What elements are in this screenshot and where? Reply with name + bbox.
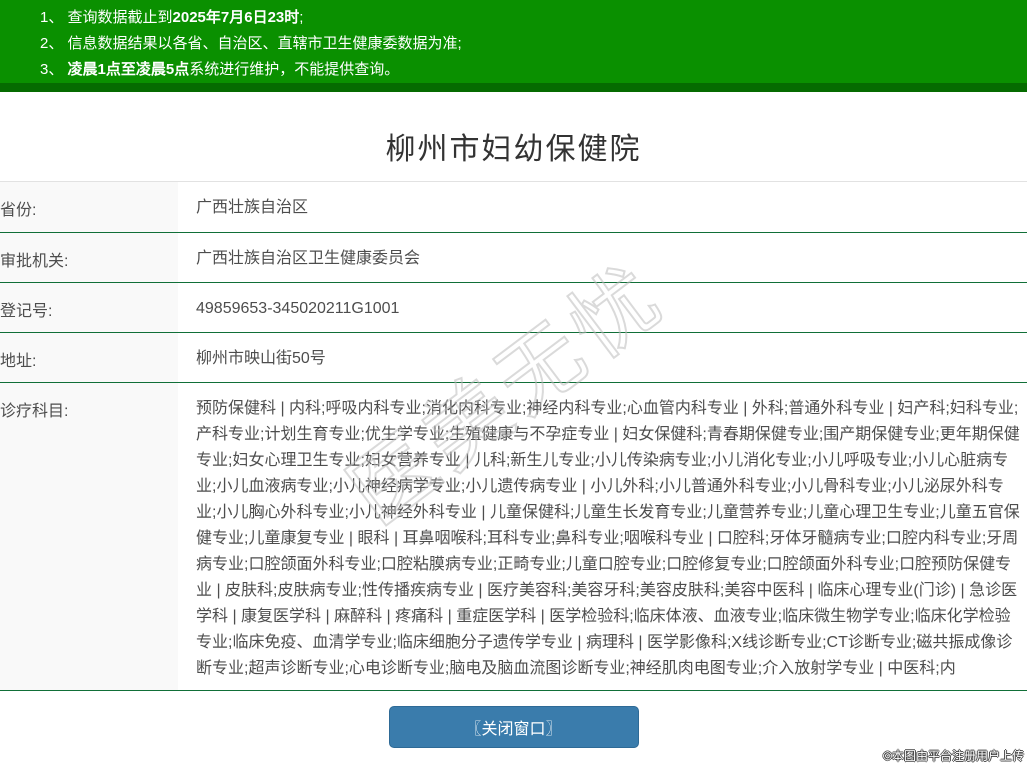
table-row-address: 地址: 柳州市映山街50号 [0, 332, 1027, 382]
province-label: 省份: [0, 182, 178, 232]
notice-line-1: 1、 查询数据截止到2025年7月6日23时; [40, 5, 1017, 31]
table-row-province: 省份: 广西壮族自治区 [0, 182, 1027, 232]
medical-departments-value: 预防保健科 | 内科;呼吸内科专业;消化内科专业;神经内科专业;心血管内科专业 … [196, 400, 1020, 677]
notice-line-1-bold: 2025年7月6日23时 [172, 9, 300, 26]
notice-line-3: 3、 凌晨1点至凌晨5点系统进行维护，不能提供查询。 [40, 57, 1017, 83]
button-bar: 〖关闭窗口〗 [0, 706, 1027, 748]
notice-line-2: 2、 信息数据结果以各省、自治区、直辖市卫生健康委数据为准; [40, 31, 1017, 57]
address-label: 地址: [0, 333, 178, 382]
medical-departments-label: 诊疗科目: [0, 383, 178, 690]
registration-number-label: 登记号: [0, 283, 178, 332]
notice-line-2-text: 2、 信息数据结果以各省、自治区、直辖市卫生健康委数据为准; [40, 35, 462, 52]
notice-banner: 1、 查询数据截止到2025年7月6日23时; 2、 信息数据结果以各省、自治区… [0, 0, 1027, 92]
table-row-registration-number: 登记号: 49859653-345020211G1001 [0, 282, 1027, 332]
notice-line-3-bold: 凌晨1点至凌晨5点 [67, 61, 190, 78]
notice-line-3-text: 3、 [40, 61, 68, 78]
registration-number-value: 49859653-345020211G1001 [196, 300, 400, 317]
approval-authority-value: 广西壮族自治区卫生健康委员会 [196, 250, 421, 267]
table-row-medical-departments: 诊疗科目: 预防保健科 | 内科;呼吸内科专业;消化内科专业;神经内科专业;心血… [0, 382, 1027, 690]
close-window-button[interactable]: 〖关闭窗口〗 [388, 706, 639, 748]
page-title: 柳州市妇幼保健院 [385, 133, 642, 166]
table-row-approval-authority: 审批机关: 广西壮族自治区卫生健康委员会 [0, 232, 1027, 282]
notice-line-1-text: 1、 查询数据截止到 [40, 9, 173, 26]
address-value: 柳州市映山街50号 [196, 350, 326, 367]
photo-credit-watermark: ©本图由平台注册用户上传 [883, 749, 1024, 763]
hospital-info-table: 省份: 广西壮族自治区 审批机关: 广西壮族自治区卫生健康委员会 登记号: 49… [0, 181, 1027, 691]
notice-line-3-suffix: 系统进行维护，不能提供查询。 [189, 61, 400, 78]
province-value: 广西壮族自治区 [196, 199, 309, 216]
notice-line-1-suffix: ; [299, 9, 304, 26]
approval-authority-label: 审批机关: [0, 233, 178, 282]
